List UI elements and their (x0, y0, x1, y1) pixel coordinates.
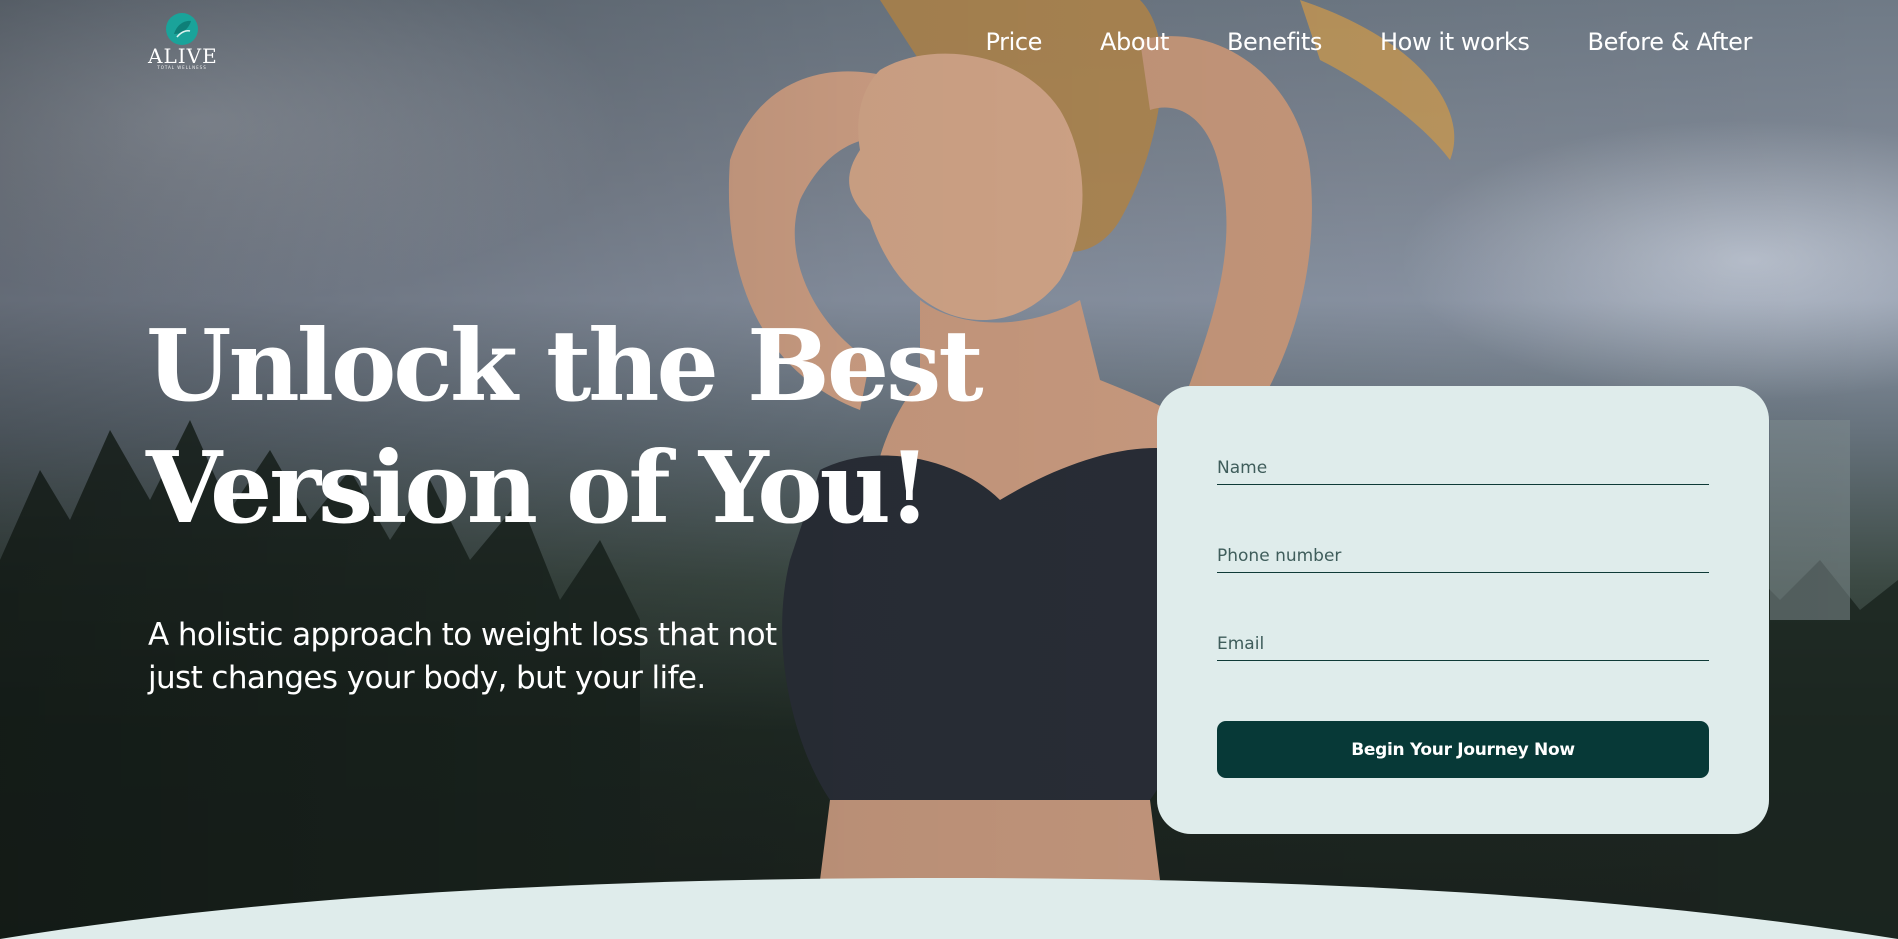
main-navigation: Price About Benefits How it works Before… (985, 26, 1752, 58)
hero-subheadline: A holistic approach to weight loss that … (148, 617, 777, 696)
hero-headline-line-2: Version of You! (146, 431, 931, 546)
begin-journey-button[interactable]: Begin Your Journey Now (1217, 721, 1709, 778)
email-field (1217, 620, 1709, 661)
brand-name: ALIVE (148, 44, 218, 68)
nav-price[interactable]: Price (985, 26, 1042, 58)
hero-headline: Unlock the Best Version of You! (146, 306, 984, 550)
phone-field (1217, 532, 1709, 573)
nav-how-it-works[interactable]: How it works (1380, 26, 1530, 58)
leaf-logo-icon (166, 13, 198, 45)
nav-before-after[interactable]: Before & After (1588, 26, 1753, 58)
email-input[interactable] (1217, 634, 1709, 654)
brand-logo[interactable]: ALIVE TOTAL WELLNESS (148, 12, 218, 72)
name-input[interactable] (1217, 458, 1709, 478)
name-field (1217, 444, 1709, 485)
nav-benefits[interactable]: Benefits (1227, 26, 1322, 58)
brand-tagline: TOTAL WELLNESS (157, 65, 207, 70)
hero-headline-line-1: Unlock the Best (146, 309, 984, 424)
bottom-section-curve (0, 878, 1898, 939)
nav-about[interactable]: About (1100, 26, 1169, 58)
phone-input[interactable] (1217, 546, 1709, 566)
